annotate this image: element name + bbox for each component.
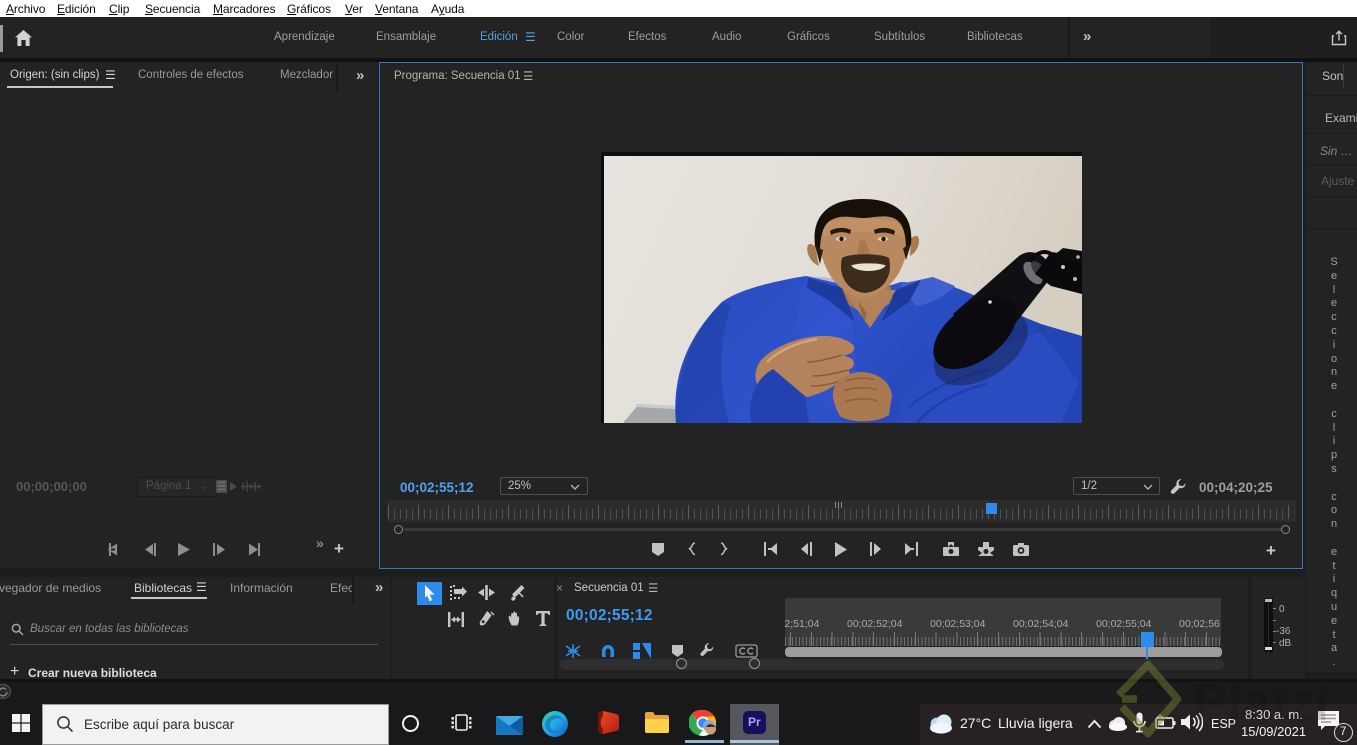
svg-text:Platzi: Platzi xyxy=(1193,674,1329,732)
